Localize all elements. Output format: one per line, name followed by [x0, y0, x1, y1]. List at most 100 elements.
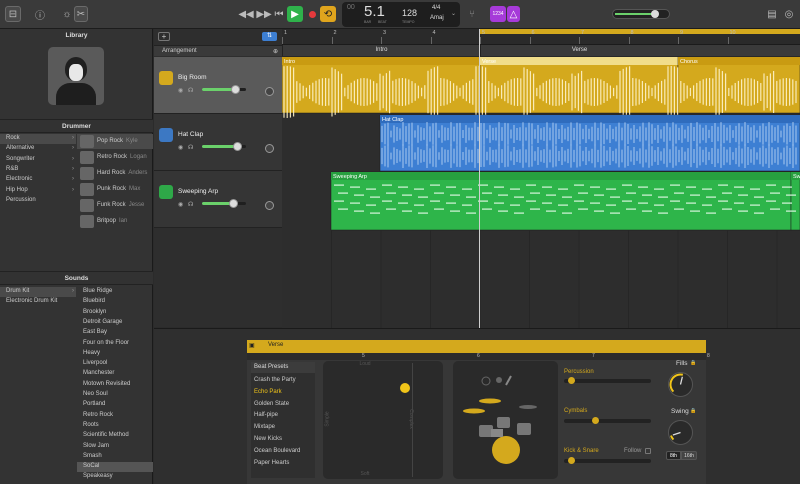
swing-8th-button[interactable]: 8th	[666, 451, 681, 460]
fast-forward-button[interactable]: ▶▶	[256, 6, 271, 22]
kit-item[interactable]: Four on the Floor	[77, 339, 153, 349]
snare-drum[interactable]	[491, 429, 503, 437]
timeline-ruler[interactable]: 1 2 3 4 5 6 7 8 9 10	[282, 29, 800, 45]
headphones-icon[interactable]: ☊	[188, 201, 193, 208]
kit-item[interactable]: Smash	[77, 452, 153, 462]
region[interactable]: Swe	[790, 171, 800, 231]
beat-preset-item[interactable]: Half-pipe	[254, 412, 278, 418]
track-volume-slider[interactable]	[202, 142, 246, 151]
track-pan-knob[interactable]	[265, 87, 274, 96]
genre-item[interactable]: Percussion	[0, 196, 76, 206]
kit-item[interactable]: SoCal	[77, 462, 153, 472]
ride-cymbal[interactable]	[519, 405, 537, 409]
kit-item[interactable]: Detroit Garage	[77, 318, 153, 328]
swing-16th-button[interactable]: 16th	[681, 451, 697, 460]
kick-drum[interactable]	[492, 436, 520, 464]
tuner-button[interactable]: ⑂	[466, 6, 478, 22]
playhead[interactable]	[479, 29, 480, 328]
swing-knob[interactable]	[667, 419, 694, 446]
clap-icon[interactable]	[505, 375, 512, 386]
notepad-button[interactable]: ▤	[766, 6, 778, 22]
track-header[interactable]: Big Room ◉ ☊	[154, 57, 282, 114]
percussion-slider-knob[interactable]	[568, 377, 575, 384]
xy-pad[interactable]: Loud Soft Simple Complex	[323, 361, 443, 479]
mute-button[interactable]: ◉	[178, 144, 183, 151]
add-track-button[interactable]: +	[158, 32, 170, 41]
cycle-button[interactable]: ⟲	[320, 6, 336, 22]
beat-preset-item[interactable]: Paper Hearts	[254, 460, 289, 466]
track-volume-slider[interactable]	[202, 199, 246, 208]
loop-browser-button[interactable]: ◎	[782, 6, 796, 22]
tom-3[interactable]	[517, 423, 531, 435]
rewind-button[interactable]: ◀◀	[238, 6, 253, 22]
kit-item[interactable]: Motown Revisited	[77, 380, 153, 390]
kit-item[interactable]: Neo Soul	[77, 390, 153, 400]
headphones-icon[interactable]: ☊	[188, 87, 193, 94]
genre-item[interactable]: R&B ›	[0, 165, 76, 175]
follow-checkbox[interactable]	[645, 448, 651, 454]
library-button[interactable]: ⊟	[5, 6, 21, 22]
play-button[interactable]: ▶	[287, 6, 303, 22]
master-volume-slider[interactable]	[612, 9, 670, 19]
tambourine-icon[interactable]	[496, 377, 502, 383]
track-pan-knob[interactable]	[265, 144, 274, 153]
genre-item[interactable]: Electronic ›	[0, 175, 76, 185]
smart-tempo-button[interactable]: ⇅	[262, 32, 277, 41]
crash-cymbal[interactable]	[463, 408, 485, 414]
drummer-item[interactable]: Pop Rock Kyle	[77, 134, 153, 149]
track-pan-knob[interactable]	[265, 201, 274, 210]
beat-preset-item[interactable]: Echo Park	[254, 389, 282, 395]
kit-item[interactable]: Scientific Method	[77, 431, 153, 441]
tracks-area[interactable]: Intro Verse Chorus Hat Clap Sweeping Arp Swe	[282, 56, 800, 328]
editor-ruler[interactable]: 5 6 7 8	[247, 353, 710, 360]
track-volume-knob[interactable]	[231, 85, 240, 94]
mute-button[interactable]: ◉	[178, 201, 183, 208]
genre-item[interactable]: Rock ›	[0, 134, 76, 144]
genre-item[interactable]: Alternative ›	[0, 144, 76, 154]
track-volume-slider[interactable]	[202, 85, 246, 94]
tom-2[interactable]	[497, 417, 510, 428]
drummer-item[interactable]: Britpop Ian	[77, 214, 153, 229]
editor-region-header[interactable]: ▣ Verse	[247, 340, 706, 353]
add-section-button[interactable]: ⊕	[273, 48, 278, 55]
arrangement-marker[interactable]: Intro	[282, 45, 480, 56]
swing-lock-icon[interactable]: 🔒	[690, 408, 696, 414]
beat-preset-item[interactable]: Crash the Party	[254, 377, 296, 383]
count-in-button[interactable]: 1234	[490, 6, 506, 22]
arrangement-track[interactable]: Intro Verse	[282, 45, 800, 56]
kit-item[interactable]: Roots	[77, 421, 153, 431]
kit-item[interactable]: Portland	[77, 400, 153, 410]
kit-item[interactable]: Blue Ridge	[77, 287, 153, 297]
cymbals-slider-knob[interactable]	[592, 417, 599, 424]
track-volume-knob[interactable]	[233, 142, 243, 151]
kit-item[interactable]: Brooklyn	[77, 308, 153, 318]
drummer-item[interactable]: Hard Rock Anders	[77, 166, 153, 181]
beat-preset-item[interactable]: New Kicks	[254, 436, 282, 442]
help-button[interactable]: ⓘ	[33, 6, 47, 22]
genre-item[interactable]: Hip Hop ›	[0, 186, 76, 196]
mute-button[interactable]: ◉	[178, 87, 183, 94]
editors-button[interactable]: ✂	[74, 6, 88, 22]
xy-puck[interactable]	[399, 383, 410, 393]
fills-knob[interactable]	[667, 371, 694, 398]
genre-item[interactable]: Songwriter ›	[0, 155, 76, 165]
lcd-display[interactable]: 00 5.1 BAR BEAT 128 TEMPO 4/4 Amaj ⌄	[342, 2, 460, 27]
kit-item[interactable]: Retro Rock	[77, 411, 153, 421]
shaker-icon[interactable]	[481, 376, 491, 386]
beat-preset-item[interactable]: Golden State	[254, 401, 289, 407]
beat-preset-item[interactable]: Mixtape	[254, 424, 275, 430]
master-volume-knob[interactable]	[651, 10, 659, 18]
drum-kit-illustration[interactable]	[453, 361, 558, 479]
kit-item[interactable]: Slow Jam	[77, 442, 153, 452]
drummer-item[interactable]: Funk Rock Jesse	[77, 198, 153, 213]
metronome-button[interactable]: △	[507, 6, 520, 22]
kick-snare-slider[interactable]	[564, 457, 651, 464]
kit-item[interactable]: Manchester	[77, 369, 153, 379]
kit-item[interactable]: East Bay	[77, 328, 153, 338]
record-button[interactable]	[305, 6, 319, 22]
kit-item[interactable]: Bluebird	[77, 297, 153, 307]
drummer-item[interactable]: Retro Rock Logan	[77, 150, 153, 165]
headphones-icon[interactable]: ☊	[188, 144, 193, 151]
kit-type-item[interactable]: Drum Kit ›	[0, 287, 76, 297]
track-volume-knob[interactable]	[228, 199, 238, 208]
